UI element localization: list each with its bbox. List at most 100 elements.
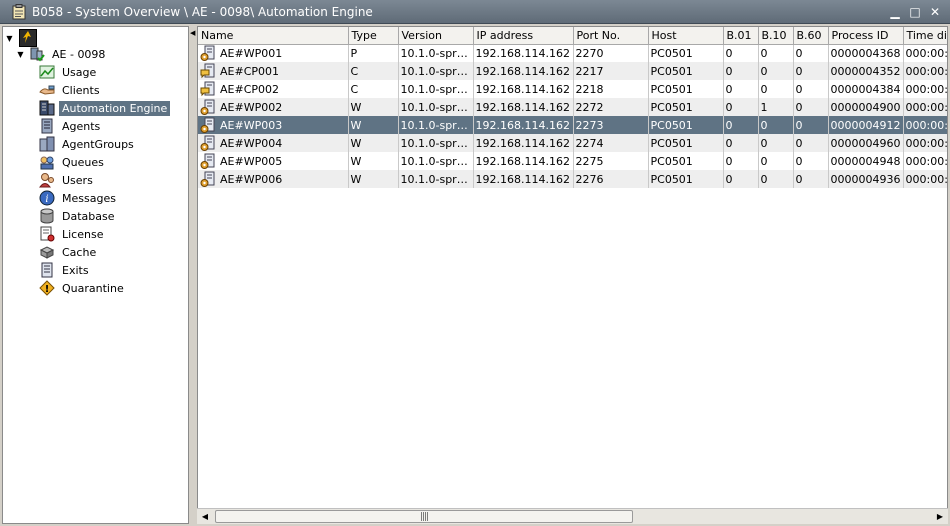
table-row[interactable]: AE#CP002 C 10.1.0-sprin... 192.168.114.162 2… [198, 80, 947, 98]
tree-item-automation-engine[interactable]: Automation Engine [39, 99, 171, 117]
table-row[interactable]: AE#WP003 W 10.1.0-sprin... 192.168.114.162 2… [198, 116, 947, 134]
clipboard-app-icon [12, 3, 26, 20]
tree-item-license[interactable]: License [39, 225, 106, 243]
cell-version: 10.1.0-sprin... [398, 80, 474, 98]
cell-port-no: 2276 [573, 170, 649, 188]
cell-b-10: 1 [758, 98, 794, 116]
close-button[interactable]: ✕ [926, 3, 944, 21]
column-header-type[interactable]: Type [348, 27, 399, 45]
cell-ip-address: 192.168.114.162 [473, 170, 574, 188]
scrollbar-track[interactable]: |||| [213, 509, 932, 524]
column-header-b-10[interactable]: B.10 [758, 27, 794, 45]
processes-table: Name Type Version IP address Port No. Host B.0… [198, 27, 947, 188]
cell-type: C [348, 62, 399, 80]
table-row[interactable]: AE#WP006 W 10.1.0-sprin... 192.168.114.162 2… [198, 170, 947, 188]
workprocess-gear-icon [200, 135, 216, 151]
cell-name: AE#WP003 [198, 116, 349, 134]
column-header-name[interactable]: Name [198, 27, 349, 45]
column-header-b-01[interactable]: B.01 [723, 27, 759, 45]
column-header-b-60[interactable]: B.60 [793, 27, 829, 45]
scrollbar-thumb[interactable]: |||| [215, 510, 633, 523]
cell-b-60: 0 [793, 62, 829, 80]
cell-host: PC0501 [648, 116, 724, 134]
minimize-button[interactable]: ▁ [886, 3, 904, 21]
cell-b-10: 0 [758, 170, 794, 188]
maximize-button[interactable]: □ [906, 3, 924, 21]
tree-item-cache[interactable]: Cache [39, 243, 99, 261]
svg-text:i: i [45, 194, 48, 205]
exits-icon [39, 262, 55, 278]
cell-port-no: 2274 [573, 134, 649, 152]
tree-item-label: Quarantine [62, 281, 124, 295]
scroll-left-arrow-icon[interactable]: ◀ [197, 509, 213, 524]
column-header-host[interactable]: Host [648, 27, 724, 45]
process-name: AE#WP003 [220, 118, 283, 132]
quarantine-warning-icon: ! [39, 280, 55, 296]
tree-item-label: Clients [62, 83, 100, 97]
cell-b-01: 0 [723, 80, 759, 98]
tree-item-agents[interactable]: Agents [39, 117, 103, 135]
cell-type: W [348, 170, 399, 188]
cell-process-id: 0000004352 [828, 62, 904, 80]
process-name: AE#CP001 [220, 64, 280, 78]
cell-version: 10.1.0-sprin... [398, 44, 474, 62]
agents-icon [39, 118, 55, 134]
workprocess-gear-icon [200, 171, 216, 187]
cell-name: AE#WP004 [198, 134, 349, 152]
tree-item-database[interactable]: Database [39, 207, 118, 225]
cell-b-10: 0 [758, 62, 794, 80]
tree-item-clients[interactable]: Clients [39, 81, 103, 99]
cell-version: 10.1.0-sprin... [398, 152, 474, 170]
cell-b-01: 0 [723, 44, 759, 62]
column-header-ip-address[interactable]: IP address [473, 27, 574, 45]
table-row[interactable]: AE#WP001 P 10.1.0-sprin... 192.168.114.162 2… [198, 44, 947, 62]
workprocess-gear-icon [200, 153, 216, 169]
column-header-port-no[interactable]: Port No. [573, 27, 649, 45]
tree-item-label: Agents [62, 119, 101, 133]
cell-port-no: 2272 [573, 98, 649, 116]
column-header-process-id[interactable]: Process ID [828, 27, 904, 45]
table-row[interactable]: AE#WP004 W 10.1.0-sprin... 192.168.114.162 2… [198, 134, 947, 152]
horizontal-scrollbar[interactable]: ◀ |||| ▶ [197, 508, 948, 524]
collapse-arrow-icon[interactable]: ▼ [16, 50, 25, 59]
tree-item-messages[interactable]: i Messages [39, 189, 119, 207]
tree-item-quarantine[interactable]: ! Quarantine [39, 279, 127, 297]
scroll-right-arrow-icon[interactable]: ▶ [932, 509, 948, 524]
cell-type: P [348, 44, 399, 62]
table-row[interactable]: AE#WP002 W 10.1.0-sprin... 192.168.114.162 2… [198, 98, 947, 116]
cell-b-01: 0 [723, 170, 759, 188]
tree-item-exits[interactable]: Exits [39, 261, 92, 279]
cell-b-60: 0 [793, 170, 829, 188]
column-header-version[interactable]: Version [398, 27, 474, 45]
tree-item-label: Database [62, 209, 115, 223]
collapse-arrow-icon[interactable]: ▼ [5, 34, 14, 43]
pane-splitter[interactable]: ◀ [189, 26, 197, 524]
cell-ip-address: 192.168.114.162 [473, 116, 574, 134]
tree-item-queues[interactable]: Queues [39, 153, 107, 171]
table-row[interactable]: AE#WP005 W 10.1.0-sprin... 192.168.114.162 2… [198, 152, 947, 170]
table-row[interactable]: AE#CP001 C 10.1.0-sprin... 192.168.114.162 2… [198, 62, 947, 80]
cell-host: PC0501 [648, 170, 724, 188]
cell-time-diff: 000:00:0 [903, 134, 947, 152]
cell-version: 10.1.0-sprin... [398, 116, 474, 134]
tree-item-users[interactable]: Users [39, 171, 96, 189]
clients-icon [39, 82, 55, 98]
table-header-row: Name Type Version IP address Port No. Host B.0… [198, 27, 947, 45]
cell-b-10: 0 [758, 44, 794, 62]
queues-icon [39, 154, 55, 170]
collapse-left-arrow-icon[interactable]: ◀ [190, 29, 195, 37]
agentgroups-icon [39, 136, 55, 152]
cell-port-no: 2275 [573, 152, 649, 170]
tree-item-usage[interactable]: Usage [39, 63, 99, 81]
column-header-time-diff[interactable]: Time diff [903, 27, 947, 45]
cell-process-id: 0000004948 [828, 152, 904, 170]
cell-b-10: 0 [758, 134, 794, 152]
cell-name: AE#WP005 [198, 152, 349, 170]
tree-item-label: AgentGroups [62, 137, 134, 151]
tree-node-system[interactable]: ▼ AE - 0098 [16, 45, 108, 63]
tree-item-agentgroups[interactable]: AgentGroups [39, 135, 137, 153]
cell-port-no: 2270 [573, 44, 649, 62]
cell-b-60: 0 [793, 152, 829, 170]
cell-time-diff: 000:00:0 [903, 116, 947, 134]
cell-process-id: 0000004936 [828, 170, 904, 188]
